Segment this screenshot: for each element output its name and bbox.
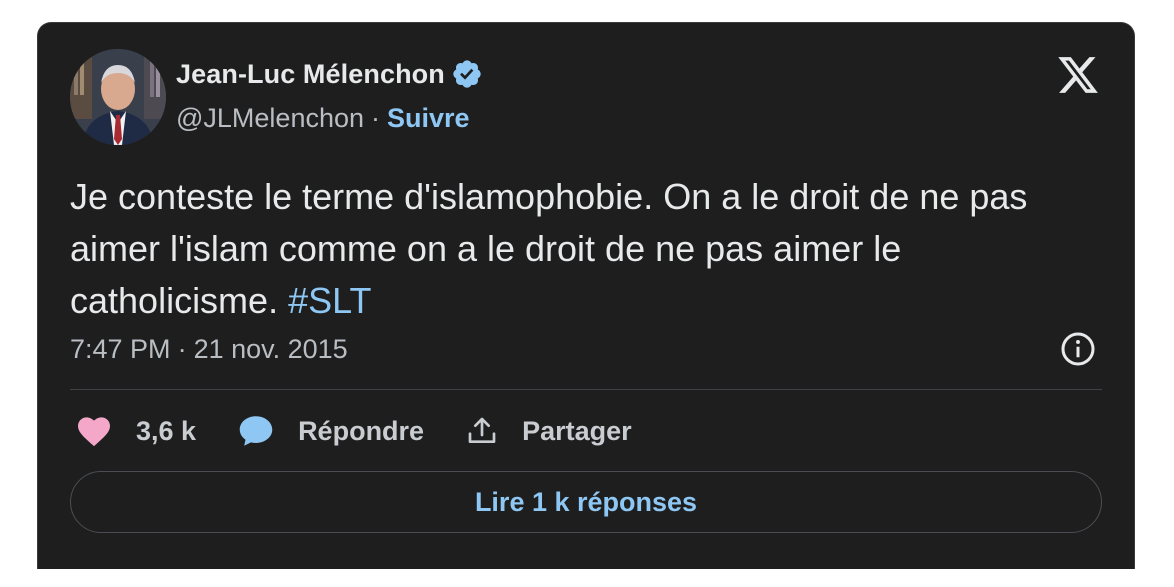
- time-separator: ·: [177, 333, 187, 364]
- timestamp[interactable]: 7:47 PM · 21 nov. 2015: [70, 329, 348, 369]
- tweet-card: Jean-Luc Mélenchon @JLMelenchon · Suivre…: [37, 22, 1135, 569]
- author-handle-row: @JLMelenchon · Suivre: [176, 101, 470, 135]
- share-button[interactable]: Partager: [466, 414, 632, 448]
- tweet-body: Je conteste le terme d'islamophobie. On …: [70, 176, 1028, 321]
- info-icon[interactable]: [1060, 331, 1096, 367]
- reply-label: Répondre: [298, 415, 425, 446]
- tweet-date: 21 nov. 2015: [193, 333, 348, 364]
- handle-separator: ·: [371, 102, 381, 133]
- action-bar: 3,6 k Répondre Partager: [76, 409, 674, 453]
- reply-button[interactable]: Répondre: [238, 414, 424, 448]
- speech-bubble-icon: [239, 416, 273, 446]
- share-upload-icon: [468, 417, 496, 443]
- verified-badge-icon: [453, 60, 481, 88]
- avatar[interactable]: [70, 49, 166, 145]
- like-button[interactable]: 3,6 k: [76, 415, 196, 447]
- heart-icon: [78, 417, 110, 447]
- avatar-portrait-icon: [70, 49, 166, 145]
- read-replies-button[interactable]: Lire 1 k réponses: [70, 471, 1102, 533]
- tweet-time: 7:47 PM: [70, 333, 171, 364]
- follow-button[interactable]: Suivre: [387, 103, 470, 134]
- hashtag-link[interactable]: #SLT: [288, 280, 371, 321]
- x-logo-icon[interactable]: [1056, 53, 1100, 97]
- author-name-row: Jean-Luc Mélenchon: [176, 57, 483, 91]
- tweet-text: Je conteste le terme d'islamophobie. On …: [70, 171, 1080, 327]
- author-name[interactable]: Jean-Luc Mélenchon: [176, 59, 445, 90]
- author-handle[interactable]: @JLMelenchon: [176, 103, 364, 134]
- like-count: 3,6 k: [136, 415, 197, 446]
- divider: [70, 389, 1102, 390]
- share-label: Partager: [522, 415, 632, 446]
